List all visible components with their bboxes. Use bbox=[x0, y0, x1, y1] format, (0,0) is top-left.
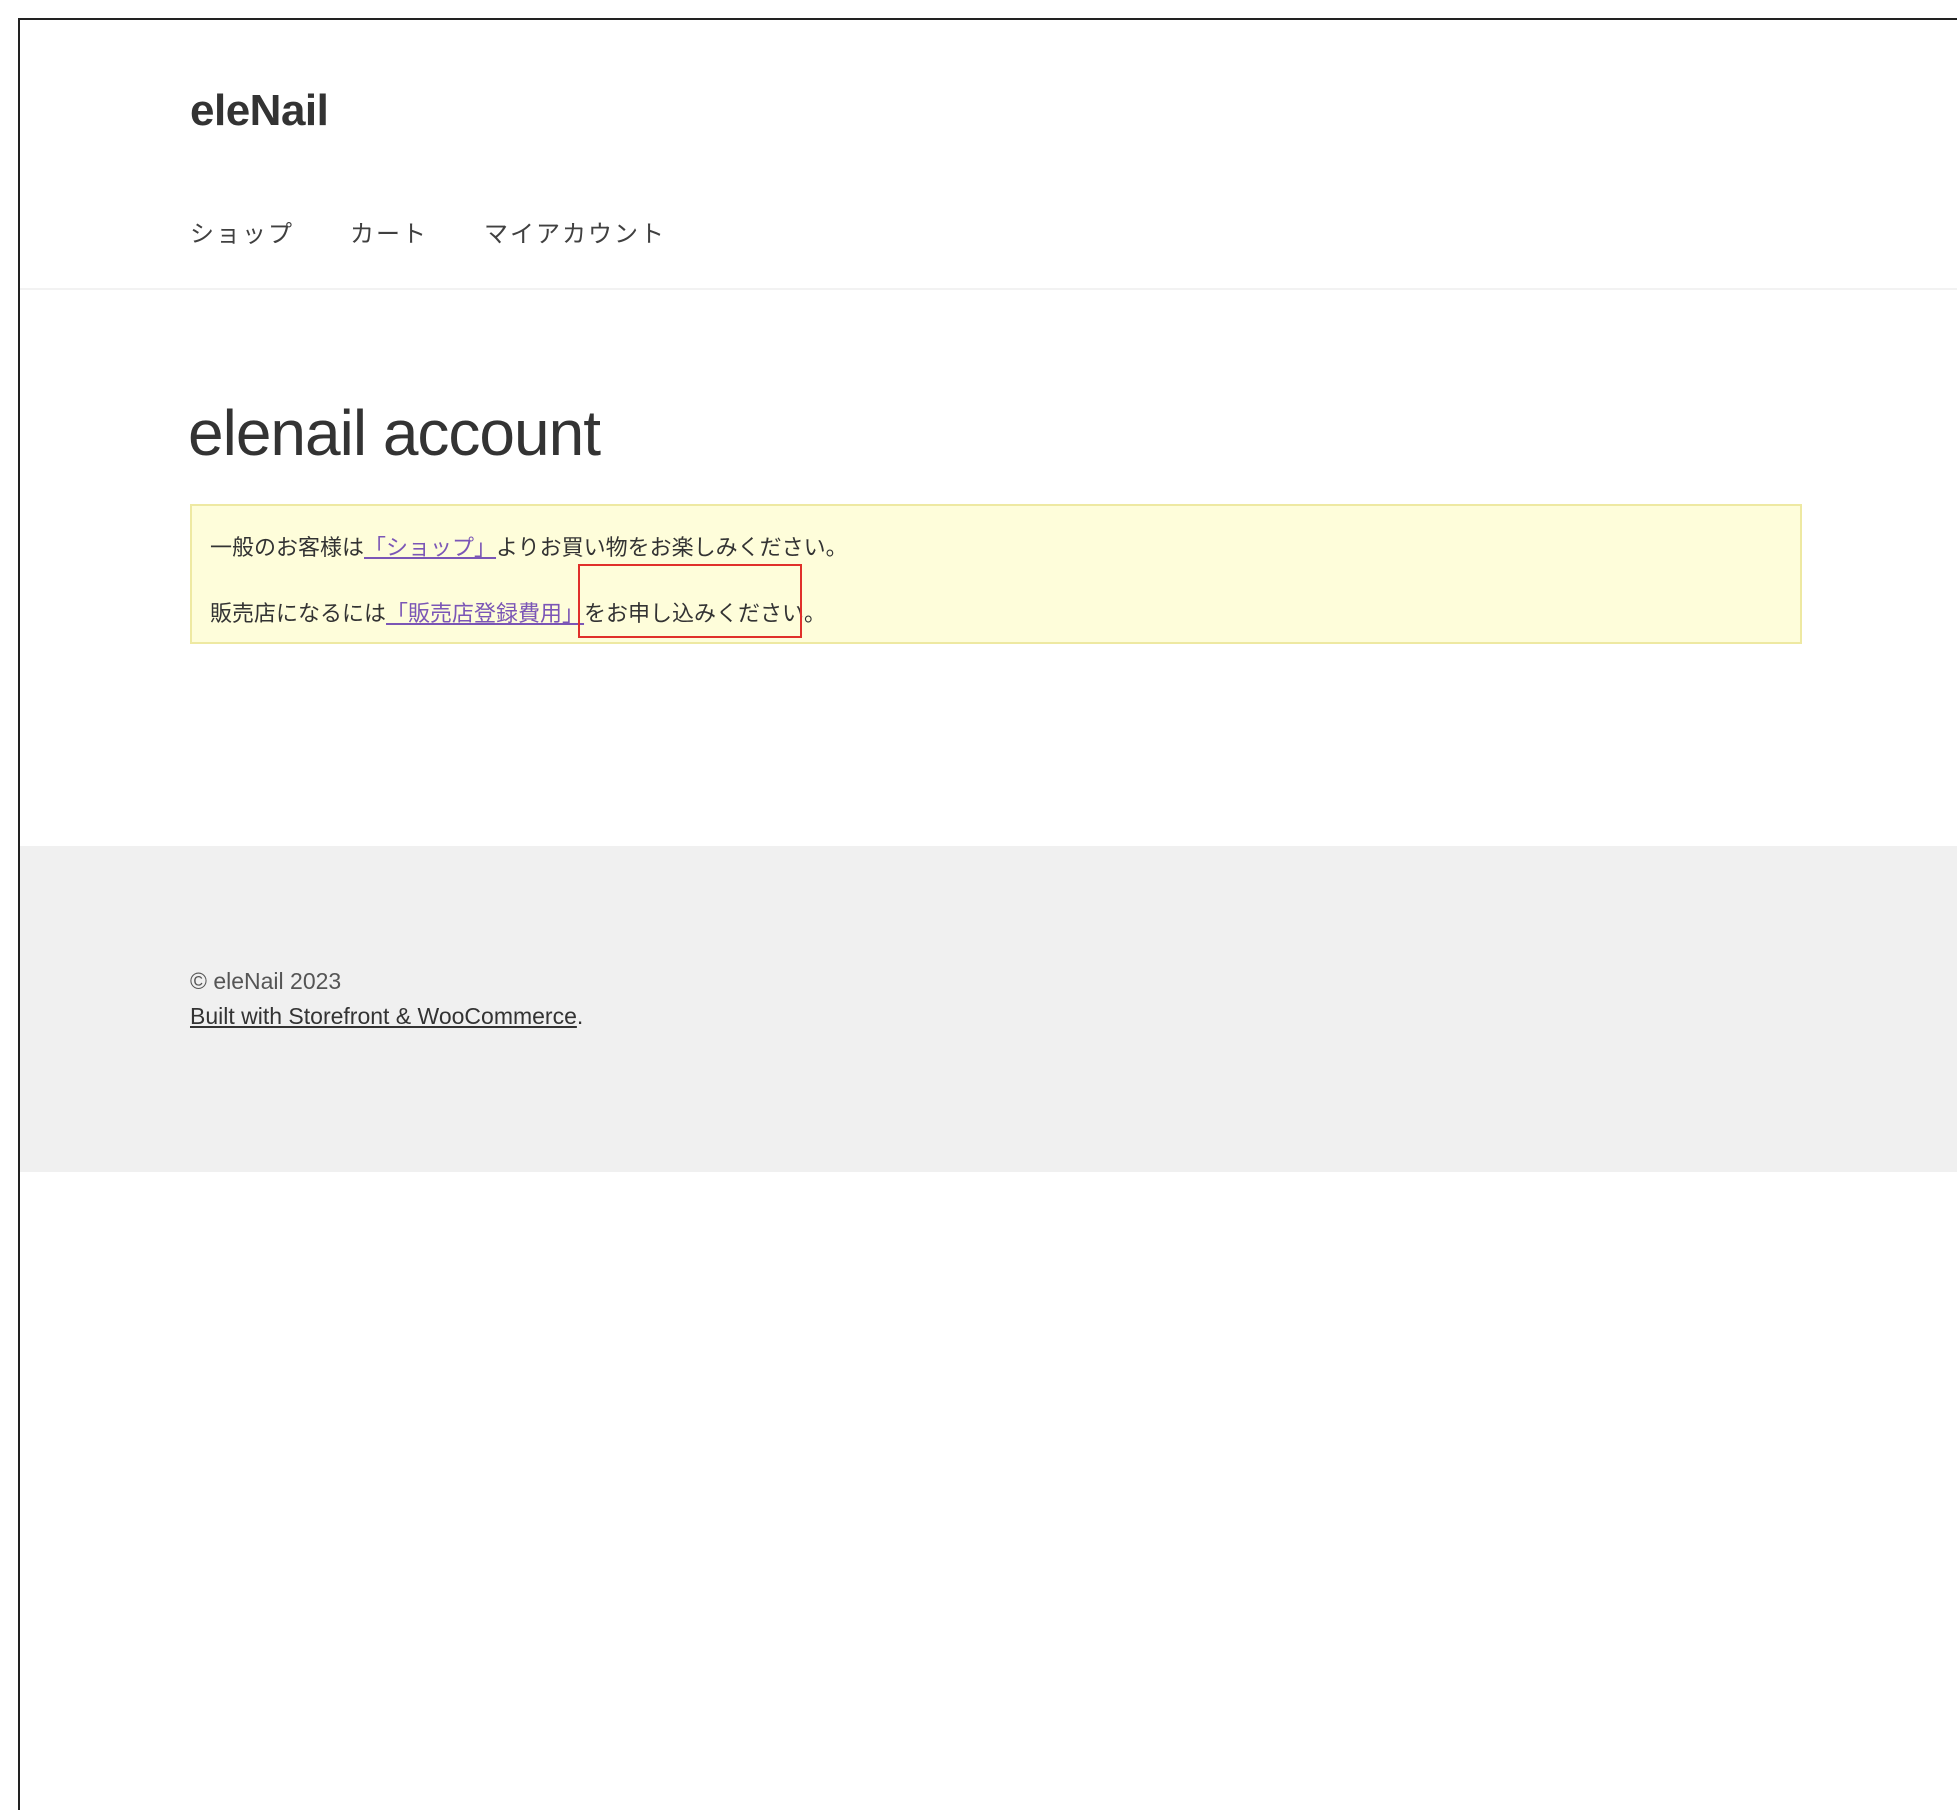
dealer-registration-link[interactable]: 「販売店登録費用」 bbox=[386, 602, 584, 627]
copyright-text: © eleNail 2023 bbox=[190, 968, 342, 994]
primary-navigation: ショップ カート マイアカウント bbox=[190, 214, 666, 249]
site-header: eleNail ショップ カート マイアカウント bbox=[20, 20, 1957, 290]
notice-line1-prefix: 一般のお客様は bbox=[210, 536, 365, 561]
site-title-link[interactable]: eleNail bbox=[190, 86, 329, 136]
footer-credit: Built with Storefront & WooCommerce. bbox=[190, 1003, 583, 1030]
credit-period: . bbox=[576, 1003, 584, 1029]
notice-line1-suffix: よりお買い物をお楽しみください。 bbox=[496, 536, 848, 561]
notice-line2-suffix: をお申し込みください。 bbox=[584, 602, 827, 627]
nav-item-my-account[interactable]: マイアカウント bbox=[484, 214, 666, 249]
nav-item-shop[interactable]: ショップ bbox=[190, 214, 294, 249]
nav-item-cart[interactable]: カート bbox=[350, 214, 428, 249]
page-title: elenail account bbox=[188, 397, 601, 469]
browser-viewport: eleNail ショップ カート マイアカウント elenail account… bbox=[18, 18, 1957, 1810]
notice-line-customers: 一般のお客様は「ショップ」よりお買い物をお楽しみください。 bbox=[210, 530, 848, 562]
notice-line-dealers: 販売店になるには「販売店登録費用」をお申し込みください。 bbox=[210, 596, 826, 628]
site-footer: © eleNail 2023 Built with Storefront & W… bbox=[20, 846, 1957, 1172]
shop-link[interactable]: 「ショップ」 bbox=[364, 536, 496, 561]
notice-line2-prefix: 販売店になるには bbox=[210, 602, 387, 627]
info-notice: 一般のお客様は「ショップ」よりお買い物をお楽しみください。 販売店になるには「販… bbox=[190, 504, 1802, 644]
storefront-credit-link[interactable]: Built with Storefront & WooCommerce bbox=[190, 1003, 577, 1029]
